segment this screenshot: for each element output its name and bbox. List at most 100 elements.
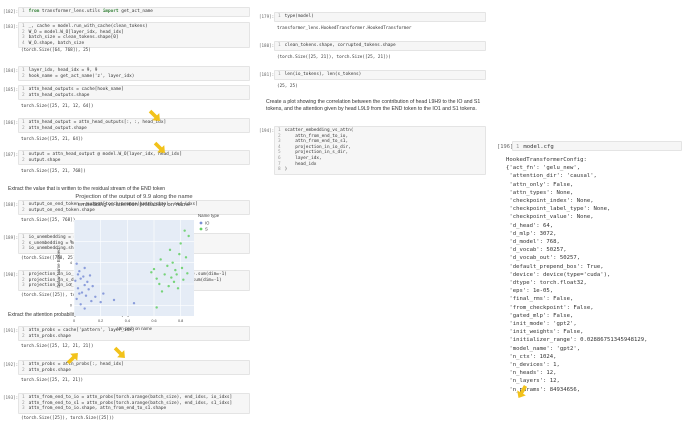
scatter-point-io [112,298,116,302]
code-editor[interactable]: 1 from transformer_lens.utils import get_… [18,7,250,17]
scatter-point-io [78,270,81,273]
code-text: head_idx [284,161,317,167]
cell-prompt: [189]: [3,235,19,240]
code-text: W_O.shape, batch_size [28,40,85,46]
config-line: HookedTransformerConfig: [506,157,587,163]
cell-prompt: [191]: [3,328,19,333]
y-tick-label: 0 [70,304,72,308]
line-number: 2 [22,240,25,246]
scatter-point-io [83,283,86,287]
scatter-point-io [80,291,84,294]
code-editor[interactable]: 1 attn_probs = attn_probs[:, head_idx] 2 at… [18,360,250,376]
cell-prompt: [193]: [3,395,19,400]
code-line: 1 len(io_tokens), len(s_tokens) [278,72,482,78]
cell-output: torch.Size([25, 21, 768]) [21,169,86,174]
code-editor[interactable]: 1 layer_idx, head_idx = 9, 9 2 hook_name = … [18,66,250,82]
cell-prompt: [188]: [3,202,19,207]
chart-title: Projection of the output of 9.9 along th… [75,194,192,200]
config-line: 'final_rms': False, [506,296,574,303]
line-number: 1 [22,9,25,14]
scatter-point-s [152,267,156,271]
cell-output: torch.Size([25, 21, 12, 64]) [21,104,94,109]
config-line: 'd_mlp': 3072, [506,230,557,237]
code-block: 1 attn_head_output = attn_head_outputs[:,… [19,119,249,132]
scatter-point-s [186,272,189,275]
code-editor[interactable]: 1 scatter_embedding_vs_attn(2 attn_from_e… [274,126,486,175]
scatter-point-s [171,261,174,264]
cell-output: torch.Size([25, 12, 21, 21]) [21,344,94,349]
config-line: 'init_mode': 'gpt2', [506,321,577,328]
x-tick-label: 0.6 [151,319,156,323]
scatter-point-io [87,288,90,291]
config-line: 'attn_types': None, [506,189,574,196]
code-editor[interactable]: 1 _, cache = model.run_with_cache(clean_t… [18,22,250,49]
code-editor[interactable]: 1 attn_head_output = attn_head_outputs[:,… [18,118,250,134]
scatter-point-io [84,294,88,297]
code-text: attn_head_output.shape [28,125,87,131]
code-line: 8) [278,167,482,173]
scatter-point-io [99,300,102,304]
chart-title: embedding vs attention probability on na… [78,202,190,208]
scatter-point-io [78,292,81,295]
code-text: attn_from_end_to_io.shape, attn_from_end… [28,406,167,412]
config-line: 'n_heads': 12, [506,370,557,377]
cell-prompt: [182]: [3,9,19,14]
cell-prompt: [179]: [259,14,275,19]
code-editor[interactable]: 1 len(io_tokens), len(s_tokens) [274,70,486,80]
code-editor[interactable]: 1 model.cfg [512,141,682,151]
code-block: 1 type(model) [275,13,485,21]
cell-output: (25, 25) [277,84,298,89]
scatter-point-io [75,262,78,265]
scatter-point-s [176,287,180,290]
scatter-point-s [166,264,169,268]
line-number: 1 [22,328,25,333]
code-text: attn_head_outputs.shape [28,92,90,98]
code-line: 2 attn_head_output.shape [22,126,246,132]
config-line: 'device': device(type='cuda'), [506,271,611,278]
scatter-point-io [94,295,97,298]
legend-marker [199,221,203,225]
config-line: 'checkpoint_index': None, [506,198,594,205]
legend-title: Name type [198,213,220,218]
y-tick-label: 4 [70,261,72,265]
legend-marker [199,227,203,231]
cell-prompt: [190]: [3,272,19,277]
cell-output: torch.Size([25, 21, 64]) [21,137,84,142]
code-line: 1 clean_tokens.shape, corrupted_tokens.sh… [278,43,482,49]
cell-prompt: [185]: [3,87,19,92]
scatter-point-io [91,284,94,288]
code-editor[interactable]: 1 type(model) [274,12,486,22]
code-text: attn_head_output = attn_head_outputs[:, … [28,120,167,125]
code-text: model.cfg [523,144,554,150]
line-number: 2 [22,333,25,339]
line-number: 1 [22,235,25,240]
cell-prompt: [183]: [3,24,19,29]
code-text: attn_probs.shape [28,367,71,373]
code-block: 1 from transformer_lens.utils import get_… [19,8,249,16]
line-number: 2 [22,29,25,35]
code-text: hook_name = get_act_name('z', layer_idx) [28,73,135,79]
code-text: attn_head_outputs = cache[hook_name] [28,87,124,92]
scatter-svg: 0 0.2 0.4 0.6 0.8 0 2 4 6 Projection of the outpu… [56,194,220,331]
line-number: 2 [22,277,25,283]
code-editor[interactable]: 1 output = attn_head_output @ model.W_O[l… [18,150,250,166]
config-line: 'checkpoint_label_type': None, [506,206,611,213]
config-line: 'd_head': 64, [506,222,554,229]
code-block: 1 attn_probs = attn_probs[:, head_idx] 2 at… [19,361,249,374]
config-line: 'model_name': 'gpt2', [506,345,581,352]
code-editor[interactable]: 1 attn_from_end_to_io = attn_probs[torch.… [18,393,250,414]
config-line: 'n_devices': 1, [506,362,560,369]
line-number: 3 [278,139,281,145]
config-line: 'd_vocab': 50257, [506,247,567,254]
scatter-point-io [90,299,93,303]
x-tick-label: 0.2 [98,319,103,323]
code-line: 2 output.shape [22,158,246,164]
code-block: 1 _, cache = model.run_with_cache(clean_t… [19,23,249,47]
code-editor[interactable]: 1 attn_head_outputs = cache[hook_name] 2 at… [18,85,250,101]
scatter-point-io [132,302,136,305]
line-number: 5 [278,150,281,156]
config-line: 'gated_mlp': False, [506,312,574,319]
cell-output: (torch.Size([25]), torch.Size([25])) [21,416,115,421]
code-text: W_O = model.W_O[layer_idx, head_idx] [28,29,124,35]
code-editor[interactable]: 1 clean_tokens.shape, corrupted_tokens.sh… [274,41,486,51]
